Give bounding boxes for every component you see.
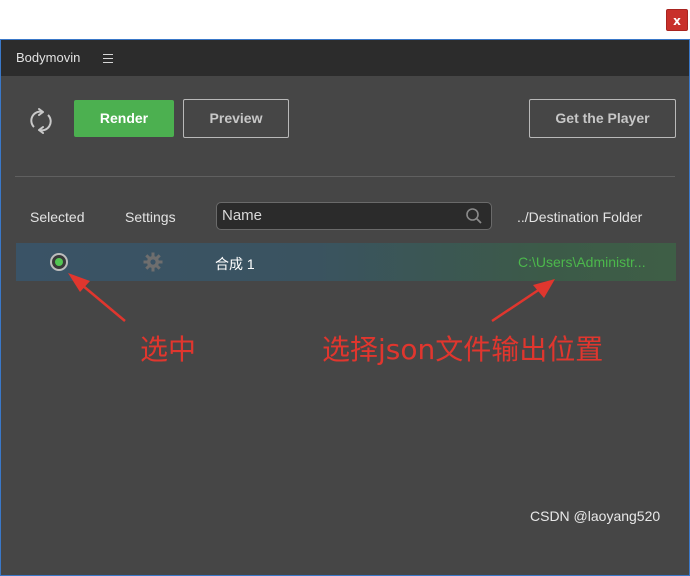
annotation-select-text: 选中 bbox=[140, 333, 197, 366]
watermark: CSDN @laoyang520 bbox=[530, 508, 661, 524]
annotation-output-location-text: 选择json文件输出位置 bbox=[322, 333, 604, 366]
annotation-arrows bbox=[68, 273, 555, 323]
destination-arrowhead bbox=[533, 279, 555, 298]
